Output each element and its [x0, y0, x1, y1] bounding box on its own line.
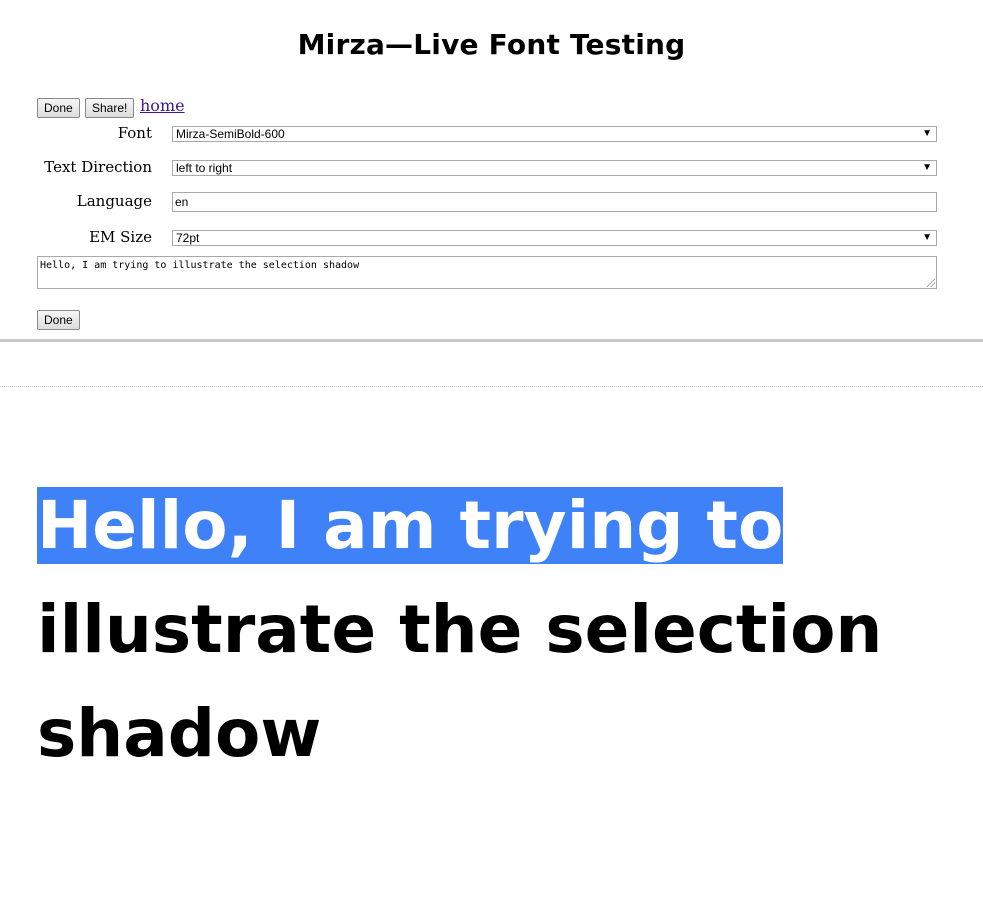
chevron-down-icon: ▼ [922, 232, 932, 243]
em-size-select[interactable]: 72pt ▼ [172, 230, 937, 246]
home-link[interactable]: home [140, 96, 185, 115]
em-size-select-value: 72pt [176, 231, 200, 245]
chevron-down-icon: ▼ [922, 128, 932, 139]
font-preview[interactable]: Hello, I am trying to illustrate the sel… [37, 474, 937, 786]
done-button-bottom[interactable]: Done [37, 310, 80, 330]
text-direction-select[interactable]: left to right ▼ [172, 160, 937, 176]
page-title: Mirza—Live Font Testing [297, 28, 686, 61]
section-divider [0, 339, 983, 342]
language-input[interactable]: en [172, 192, 937, 212]
preview-text-line-2: illustrate the selection [37, 591, 883, 668]
chevron-down-icon: ▼ [922, 162, 932, 173]
preview-text-line-3: shadow [37, 695, 322, 772]
em-size-label: EM Size [89, 228, 152, 246]
sample-text-area[interactable]: Hello, I am trying to illustrate the sel… [37, 256, 937, 289]
done-button-top[interactable]: Done [37, 98, 80, 118]
font-label: Font [117, 124, 152, 142]
font-select[interactable]: Mirza-SemiBold-600 ▼ [172, 126, 937, 142]
preview-selected-text[interactable]: Hello, I am trying to [37, 487, 784, 564]
font-select-value: Mirza-SemiBold-600 [176, 127, 285, 141]
language-label: Language [76, 192, 152, 210]
text-direction-select-value: left to right [176, 161, 233, 175]
text-direction-label: Text Direction [44, 158, 152, 176]
share-button[interactable]: Share! [85, 98, 135, 118]
sample-text-value: Hello, I am trying to illustrate the sel… [40, 260, 360, 271]
preview-divider [0, 386, 983, 387]
resize-grip-icon[interactable] [927, 279, 935, 287]
